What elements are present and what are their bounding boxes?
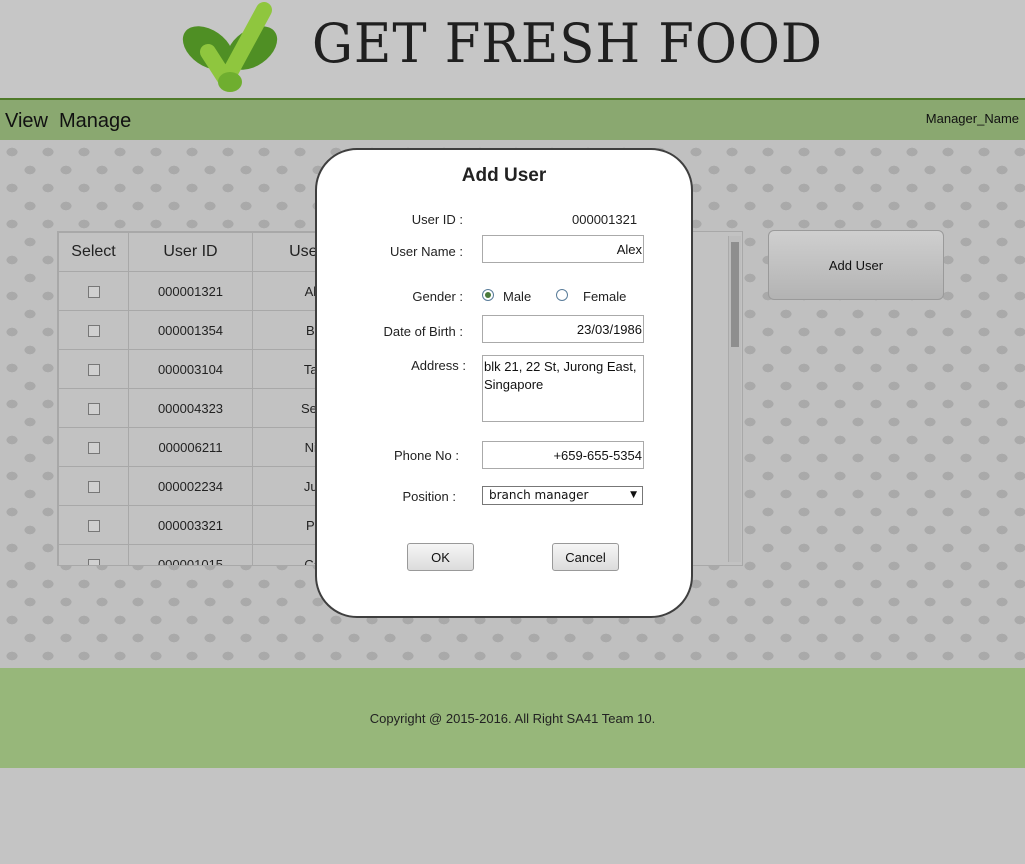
row-user-id: 000001015 [128,544,253,565]
navbar: View Manage Manager_Name [0,100,1025,140]
position-selected-value: branch manager [489,488,589,502]
dialog-title: Add User [461,165,547,186]
row-user-id: 000001321 [128,271,253,311]
gender-label: Gender : [412,289,463,304]
position-label: Position : [402,489,456,504]
address-label: Address : [411,358,466,373]
row-checkbox[interactable] [87,559,100,565]
row-select-cell [58,544,129,565]
dob-input[interactable] [482,315,644,343]
leaf-checkmark-logo-icon [182,2,278,92]
dob-label: Date of Birth : [383,324,463,339]
gender-male-label[interactable]: Male [503,289,531,304]
row-user-id: 000004323 [128,388,253,428]
copyright-text: Copyright @ 2015-2016. All Right SA41 Te… [369,710,656,726]
row-select-cell [58,427,129,467]
nav-manage[interactable]: Manage [59,110,131,133]
page-bottom [0,768,1025,864]
user-name-label: User Name : [390,244,463,259]
gender-female-label[interactable]: Female [583,289,626,304]
row-user-id: 000001354 [128,310,253,350]
cancel-button[interactable]: Cancel [552,543,619,571]
row-user-id: 000006211 [128,427,253,467]
add-user-button[interactable]: Add User [768,230,944,300]
position-select[interactable]: branch manager ▼ [482,486,643,505]
nav-view[interactable]: View [5,110,48,133]
manager-name[interactable]: Manager_Name [926,111,1019,126]
address-textarea[interactable]: blk 21, 22 St, Jurong East, Singapore [482,355,644,422]
user-id-label: User ID : [411,212,463,227]
row-checkbox[interactable] [87,364,100,377]
gender-male-radio[interactable] [482,289,494,301]
scrollbar-thumb[interactable] [731,242,739,347]
row-select-cell [58,466,129,506]
user-name-input[interactable] [482,235,644,263]
row-checkbox[interactable] [87,520,100,533]
footer: Copyright @ 2015-2016. All Right SA41 Te… [0,668,1025,768]
phone-input[interactable] [482,441,644,469]
row-checkbox[interactable] [87,481,100,494]
row-checkbox[interactable] [87,325,100,338]
row-select-cell [58,349,129,389]
row-select-cell [58,388,129,428]
user-id-value: 000001321 [572,212,638,227]
row-select-cell [58,271,129,311]
header: GET FRESH FOOD [0,0,1025,100]
ok-button[interactable]: OK [407,543,474,571]
dropdown-arrow-icon[interactable]: ▼ [630,487,637,504]
col-user-id[interactable]: User ID [128,232,253,272]
row-checkbox[interactable] [87,286,100,299]
row-checkbox[interactable] [87,442,100,455]
table-scrollbar[interactable] [728,236,741,562]
row-user-id: 000003321 [128,505,253,545]
row-user-id: 000002234 [128,466,253,506]
phone-label: Phone No : [393,448,459,463]
add-user-dialog: Add User User ID : 000001321 User Name :… [315,148,693,618]
row-select-cell [58,505,129,545]
row-user-id: 000003104 [128,349,253,389]
row-select-cell [58,310,129,350]
gender-female-radio[interactable] [556,289,568,301]
col-select[interactable]: Select [58,232,129,272]
row-checkbox[interactable] [87,403,100,416]
brand-title: GET FRESH FOOD [312,12,823,75]
